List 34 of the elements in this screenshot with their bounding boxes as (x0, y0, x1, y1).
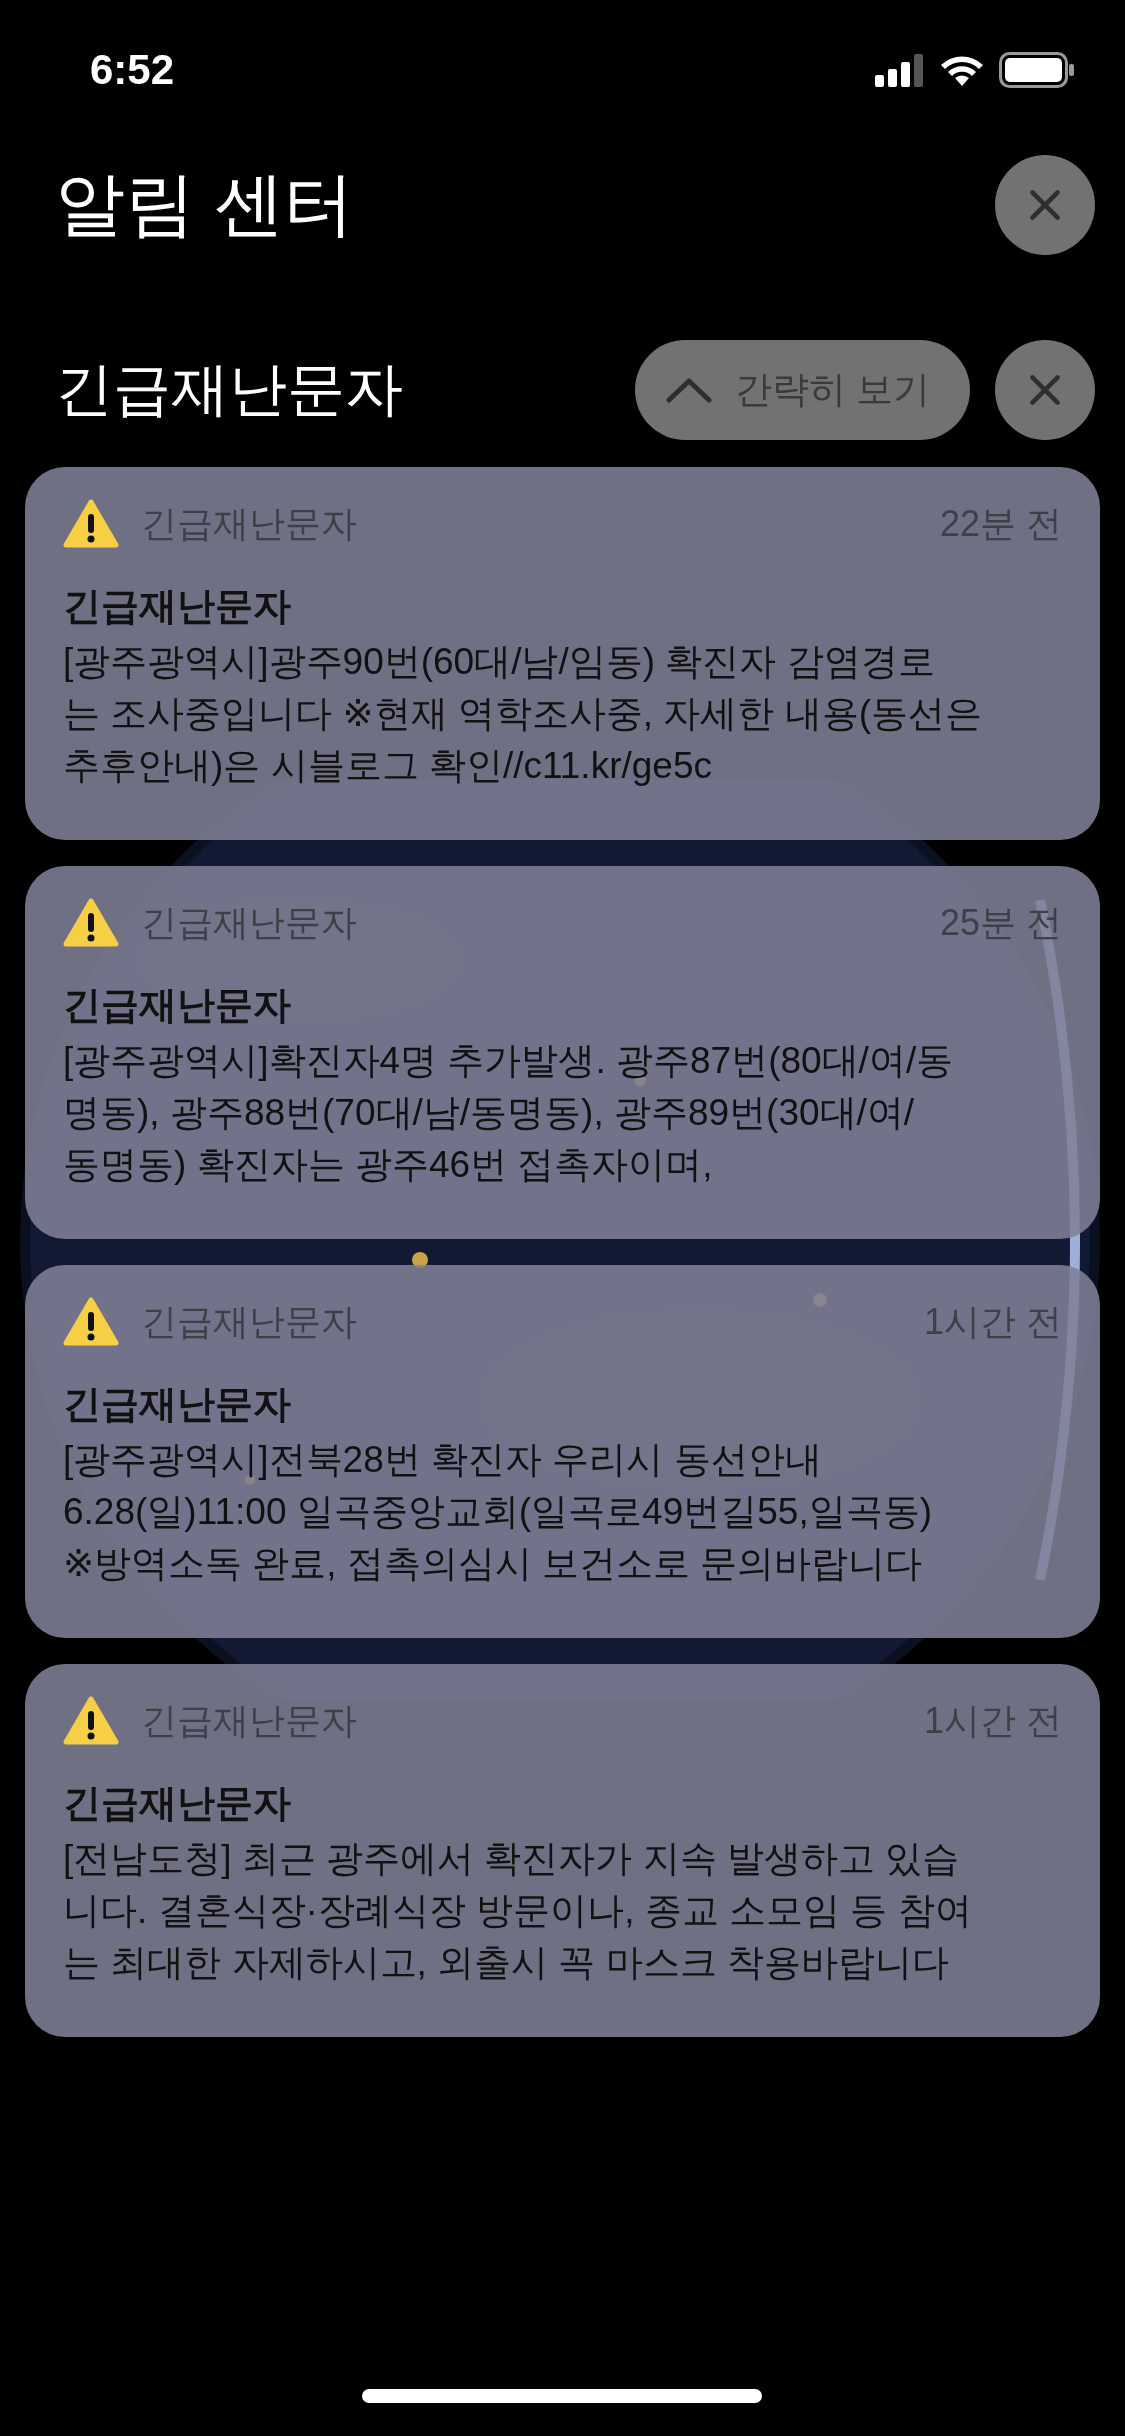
page-title: 알림 센터 (55, 164, 355, 245)
warning-icon (63, 898, 119, 948)
notification-title: 긴급재난문자 (63, 1781, 292, 1826)
wifi-icon (939, 53, 985, 87)
notification-card[interactable]: 긴급재난문자 1시간 전 긴급재난문자 [광주광역시]전북28번 확진자 우리시 동선안내 6.28(일)11:00 일곡중앙교회(일곡로49번길55,일곡동) ※방역소독 완료, 접촉의심시 보건소로 문의바랍니다 (25, 1265, 1100, 1638)
app-name: 긴급재난문자 (141, 501, 358, 546)
close-icon (1027, 372, 1063, 408)
status-time: 6:52 (90, 46, 175, 94)
notification-card[interactable]: 긴급재난문자 1시간 전 긴급재난문자 [전남도청] 최근 광주에서 확진자가 지속 발생하고 있습 니다. 결혼식장·장례식장 방문이나, 종교 소모임 등 참여 는 최대한 자제하시고, 외출시 꼭 마스크 착용바랍니다 (25, 1664, 1100, 2037)
notification-time: 25분 전 (939, 900, 1062, 945)
notification-body: [광주광역시]확진자4명 추가발생. 광주87번(80대/여/동 명동), 광주88번(70대/남/동명동), 광주89번(30대/여/ 동명동) 확진자는 광주46번 접촉자이며, (63, 1039, 955, 1187)
app-name: 긴급재난문자 (141, 900, 358, 945)
app-name: 긴급재난문자 (141, 1299, 358, 1344)
notification-card[interactable]: 긴급재난문자 22분 전 긴급재난문자 [광주광역시]광주90번(60대/남/임동) 확진자 감염경로 는 조사중입니다 ※현재 역학조사중, 자세한 내용(동선은 추후안내)은 시블로그 확인//c11.kr/ge5c (25, 467, 1100, 840)
close-icon (1027, 187, 1063, 223)
notification-title: 긴급재난문자 (63, 983, 292, 1028)
notification-time: 1시간 전 (923, 1698, 1062, 1743)
app-name: 긴급재난문자 (141, 1698, 358, 1743)
notification-card[interactable]: 긴급재난문자 25분 전 긴급재난문자 [광주광역시]확진자4명 추가발생. 광주87번(80대/여/동 명동), 광주88번(70대/남/동명동), 광주89번(30대/여/ 동명동) 확진자는 광주46번 접촉자이며, (25, 866, 1100, 1239)
signal-icon (875, 53, 925, 87)
warning-icon (63, 1696, 119, 1746)
group-title: 긴급재난문자 (55, 355, 403, 423)
chevron-up-icon (664, 376, 713, 404)
notification-title: 긴급재난문자 (63, 584, 292, 629)
warning-icon (63, 499, 119, 549)
notification-body: [전남도청] 최근 광주에서 확진자가 지속 발생하고 있습 니다. 결혼식장·장례식장 방문이나, 종교 소모임 등 참여 는 최대한 자제하시고, 외출시 꼭 마스크 착용바랍니다 (63, 1837, 973, 1985)
notification-time: 22분 전 (939, 501, 1062, 546)
notification-time: 1시간 전 (923, 1299, 1062, 1344)
warning-icon (63, 1297, 119, 1347)
notification-body: [광주광역시]광주90번(60대/남/임동) 확진자 감염경로 는 조사중입니다 ※현재 역학조사중, 자세한 내용(동선은 추후안내)은 시블로그 확인//c11.kr/ge5c (63, 640, 983, 788)
collapse-button[interactable]: 간략히 보기 (634, 340, 970, 440)
battery-icon (999, 52, 1075, 88)
notification-title: 긴급재난문자 (63, 1382, 292, 1427)
notification-body: [광주광역시]전북28번 확진자 우리시 동선안내 6.28(일)11:00 일곡중앙교회(일곡로49번길55,일곡동) ※방역소독 완료, 접촉의심시 보건소로 문의바랍니다 (63, 1438, 933, 1586)
